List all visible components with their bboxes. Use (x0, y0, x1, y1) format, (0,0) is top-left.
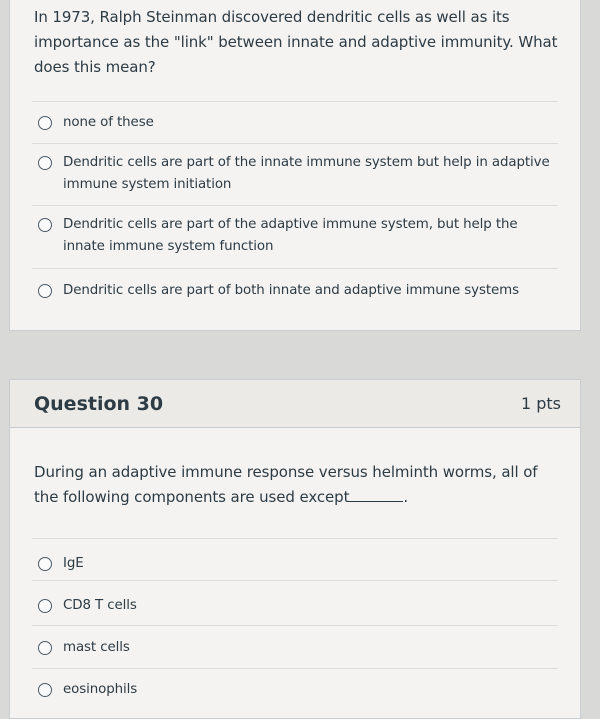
question-points: 1 pts (520, 394, 561, 413)
question-30-text: During an adaptive immune response versu… (34, 460, 550, 510)
answer-label: eosinophils (63, 682, 138, 697)
answer-divider (32, 538, 558, 539)
answer-label: none of these (63, 115, 154, 130)
question-29-card: In 1973, Ralph Steinman discovered dendr… (9, 0, 581, 331)
answer-divider (32, 625, 558, 626)
question-header: Question 30 1 pts (10, 380, 580, 428)
answer-option-ige[interactable]: IgE (38, 553, 558, 575)
answer-divider (32, 101, 558, 102)
answer-option-cd8-t-cells[interactable]: CD8 T cells (38, 595, 558, 617)
answer-option-eosinophils[interactable]: eosinophils (38, 679, 558, 701)
radio-button[interactable] (38, 599, 52, 613)
radio-button[interactable] (38, 116, 52, 130)
answer-option-both-systems[interactable]: Dendritic cells are part of both innate … (38, 280, 558, 302)
question-30-card: Question 30 1 pts During an adaptive imm… (9, 379, 581, 719)
answer-label: Dendritic cells are part of both innate … (63, 283, 519, 298)
answer-option-none-of-these[interactable]: none of these (38, 112, 558, 134)
answer-option-innate-helps-adaptive[interactable]: Dendritic cells are part of the innate i… (38, 152, 558, 196)
answer-label: CD8 T cells (63, 598, 137, 613)
radio-button[interactable] (38, 284, 52, 298)
answer-label: Dendritic cells are part of the innate i… (63, 155, 550, 192)
radio-button[interactable] (38, 156, 52, 170)
radio-button[interactable] (38, 641, 52, 655)
answer-label: Dendritic cells are part of the adaptive… (63, 217, 518, 254)
answer-label: IgE (63, 556, 84, 571)
answer-divider (32, 143, 558, 144)
answer-divider (32, 580, 558, 581)
radio-button[interactable] (38, 218, 52, 232)
answer-divider (32, 668, 558, 669)
radio-button[interactable] (38, 557, 52, 571)
question-prompt: During an adaptive immune response versu… (34, 463, 538, 506)
answer-label: mast cells (63, 640, 130, 655)
radio-button[interactable] (38, 683, 52, 697)
answer-option-mast-cells[interactable]: mast cells (38, 637, 558, 659)
answer-divider (32, 205, 558, 206)
question-title: Question 30 (34, 393, 164, 415)
question-prompt-end: . (403, 488, 409, 506)
answer-option-adaptive-helps-innate[interactable]: Dendritic cells are part of the adaptive… (38, 214, 558, 258)
fill-blank (349, 488, 404, 502)
answer-divider (32, 268, 558, 269)
question-29-text: In 1973, Ralph Steinman discovered dendr… (34, 8, 558, 76)
